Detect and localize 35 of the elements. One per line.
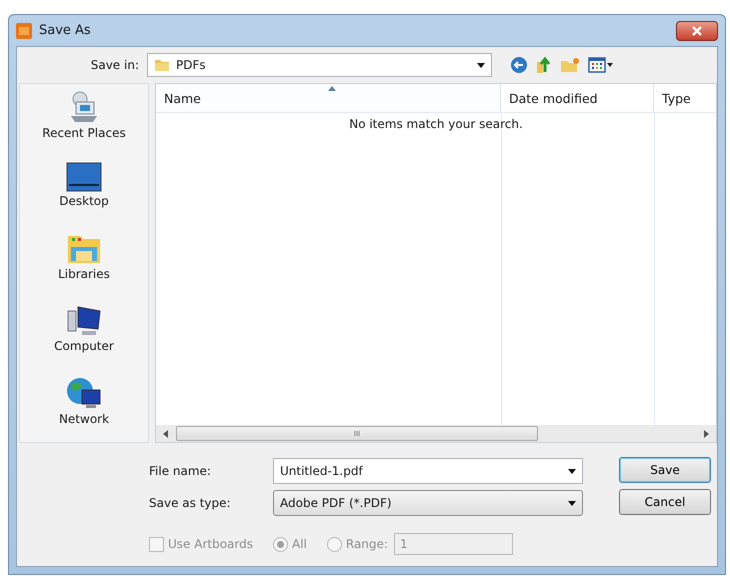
place-item[interactable]: Libraries xyxy=(58,233,110,299)
place-item[interactable]: Network xyxy=(58,376,110,442)
dropdown-arrow-icon xyxy=(568,500,576,506)
back-icon[interactable] xyxy=(510,56,528,74)
dropdown-arrow-icon xyxy=(477,62,485,68)
empty-message: No items match your search. xyxy=(349,117,523,133)
close-button[interactable] xyxy=(676,20,718,40)
dialog-button[interactable]: Save xyxy=(619,457,711,483)
dialog-button[interactable]: Cancel xyxy=(619,489,711,515)
place-item[interactable]: Recent Places xyxy=(42,90,126,156)
desktop-icon xyxy=(66,162,102,192)
dropdown-arrow-icon xyxy=(568,468,576,474)
save-as-type-dropdown[interactable]: Adobe PDF (*.PDF) xyxy=(273,490,583,516)
scroll-left-icon[interactable] xyxy=(162,430,170,438)
place-item[interactable]: Computer xyxy=(54,304,114,370)
save-in-dropdown[interactable]: PDFs xyxy=(147,53,492,77)
view-menu-icon[interactable] xyxy=(588,57,614,73)
file-name-field[interactable]: Untitled-1.pdf xyxy=(273,458,583,484)
column-header[interactable]: Date modified xyxy=(501,84,654,112)
libraries-icon xyxy=(66,233,102,266)
computer-icon xyxy=(66,304,102,337)
save-as-type-label: Save as type: xyxy=(149,496,232,510)
network-icon xyxy=(66,376,102,410)
file-name-label: File name: xyxy=(149,464,212,478)
folder-up-icon[interactable] xyxy=(536,56,552,74)
app-icon xyxy=(16,22,32,38)
close-icon xyxy=(691,26,703,36)
folder-icon xyxy=(154,57,170,73)
place-item[interactable]: Desktop xyxy=(59,162,109,228)
save-in-label: Save in: xyxy=(90,58,139,72)
sort-arrow-icon xyxy=(328,86,336,91)
scroll-right-icon[interactable] xyxy=(702,430,710,438)
column-header[interactable]: Type xyxy=(654,84,716,112)
window-title: Save As xyxy=(39,23,91,38)
column-header[interactable]: Name xyxy=(156,84,501,112)
